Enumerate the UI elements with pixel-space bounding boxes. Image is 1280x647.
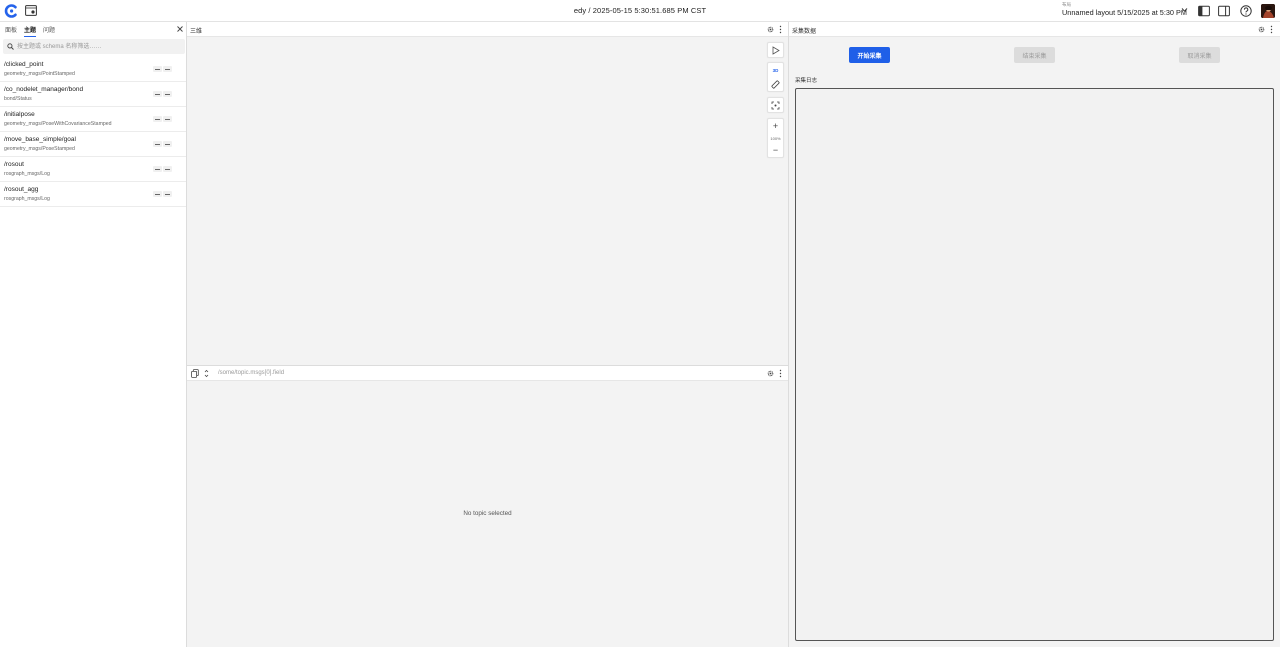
topic-search: [3, 39, 185, 54]
topic-count: [163, 166, 172, 172]
publish-point-button[interactable]: [768, 43, 783, 57]
expand-collapse-icon[interactable]: [204, 369, 209, 378]
topic-row[interactable]: /rosout rosgraph_msgs/Log: [0, 157, 186, 182]
topic-name: /rosout: [4, 161, 24, 168]
view-tool-group: 3D: [767, 62, 784, 92]
gear-icon[interactable]: [1258, 26, 1265, 33]
topic-count: [163, 191, 172, 197]
topic-schema: rosgraph_msgs/Log: [4, 196, 50, 202]
topic-schema: rosgraph_msgs/Log: [4, 171, 50, 177]
topic-frequency: [153, 166, 162, 172]
topic-schema: bond/Status: [4, 96, 32, 102]
copy-icon[interactable]: [191, 369, 199, 378]
chevron-down-icon[interactable]: [1181, 7, 1188, 13]
topic-stats: [153, 115, 173, 122]
panel-3d-header: 三维: [187, 22, 788, 37]
topic-name: /rosout_agg: [4, 186, 39, 193]
app-header: edy / 2025-05-15 5:30:51.685 PM CST 布局 U…: [0, 0, 1280, 22]
topic-stats: [153, 140, 173, 147]
panel-raw-messages[interactable]: /some/topic.msgs[0].field No topic selec…: [187, 365, 789, 647]
more-options-icon[interactable]: [779, 25, 782, 34]
topic-row[interactable]: /co_nodelet_manager/bond bond/Status: [0, 82, 186, 107]
zoom-out-button[interactable]: −: [768, 143, 783, 157]
topic-name: /move_base_simple/goal: [4, 136, 76, 143]
topic-stats: [153, 190, 173, 197]
zoom-tool-group: + 100% −: [767, 118, 784, 158]
panel-raw-header: /some/topic.msgs[0].field: [187, 366, 788, 381]
ruler-icon: [771, 79, 780, 89]
topic-stats: [153, 90, 173, 97]
topic-schema: geometry_msgs/PoseStamped: [4, 146, 75, 152]
panel-collect-data: 采集数据 开始采集 结束采集 取消采集 采集日志: [789, 22, 1280, 647]
message-path-input[interactable]: /some/topic.msgs[0].field: [218, 370, 284, 376]
more-options-icon[interactable]: [779, 369, 782, 378]
topic-list: /clicked_point geometry_msgs/PointStampe…: [0, 57, 186, 207]
tab-panels[interactable]: 面板: [5, 25, 17, 36]
panel-collect-header: 采集数据: [789, 22, 1280, 37]
topic-count: [163, 66, 172, 72]
search-icon: [7, 43, 14, 50]
3d-mode-label: 3D: [772, 67, 779, 73]
left-sidebar: 面板 主题 问题 /clicked_point geometry_msgs/Po…: [0, 22, 187, 647]
publish-tool-group: [767, 42, 784, 58]
measure-button[interactable]: [768, 77, 783, 91]
topic-frequency: [153, 191, 162, 197]
recenter-icon: [771, 101, 780, 109]
gear-icon[interactable]: [767, 370, 774, 377]
topic-row[interactable]: /initialpose geometry_msgs/PoseWithCovar…: [0, 107, 186, 132]
topic-name: /clicked_point: [4, 61, 44, 68]
start-collection-button[interactable]: 开始采集: [849, 47, 890, 63]
topic-row[interactable]: /clicked_point geometry_msgs/PointStampe…: [0, 57, 186, 82]
minus-icon: −: [772, 144, 779, 155]
left-sidebar-toggle-icon[interactable]: [1198, 5, 1210, 17]
plus-icon: +: [772, 120, 779, 131]
sidebar-tabs: 面板 主题 问题: [0, 22, 187, 37]
topic-row[interactable]: /move_base_simple/goal geometry_msgs/Pos…: [0, 132, 186, 157]
empty-state-message: No topic selected: [463, 510, 512, 517]
topic-stats: [153, 65, 173, 72]
layout-name: Unnamed layout 5/15/2025 at 5:30 PM: [1062, 8, 1187, 17]
cancel-collection-button[interactable]: 取消采集: [1179, 47, 1220, 63]
user-avatar[interactable]: [1261, 4, 1275, 18]
zoom-level: 100%: [770, 135, 781, 141]
topic-row[interactable]: /rosout_agg rosgraph_msgs/Log: [0, 182, 186, 207]
3d-mode-toggle[interactable]: 3D: [768, 63, 783, 77]
topic-name: /co_nodelet_manager/bond: [4, 86, 84, 93]
panel-title: 三维: [190, 29, 203, 35]
topic-frequency: [153, 116, 162, 122]
topic-frequency: [153, 141, 162, 147]
topic-schema: geometry_msgs/PoseWithCovarianceStamped: [4, 121, 112, 127]
recenter-tool-group: [767, 97, 784, 113]
publish-icon: [772, 45, 780, 55]
topic-name: /initialpose: [4, 111, 35, 118]
topic-count: [163, 91, 172, 97]
topic-search-input[interactable]: [17, 41, 177, 52]
panel-title: 采集数据: [792, 29, 817, 35]
collection-log[interactable]: [795, 88, 1274, 641]
topic-frequency: [153, 66, 162, 72]
gear-icon[interactable]: [767, 26, 774, 33]
tab-problems[interactable]: 问题: [43, 25, 55, 36]
log-label: 采集日志: [795, 78, 818, 84]
layout-selector[interactable]: 布局 Unnamed layout 5/15/2025 at 5:30 PM: [1062, 2, 1192, 20]
tab-topics[interactable]: 主题: [24, 25, 37, 37]
help-icon[interactable]: [1240, 5, 1252, 17]
more-options-icon[interactable]: [1270, 25, 1273, 34]
topic-count: [163, 141, 172, 147]
zoom-in-button[interactable]: +: [768, 119, 783, 133]
close-icon[interactable]: [176, 25, 184, 33]
topic-stats: [153, 165, 173, 172]
stop-collection-button[interactable]: 结束采集: [1014, 47, 1055, 63]
right-sidebar-toggle-icon[interactable]: [1218, 5, 1230, 17]
topic-count: [163, 116, 172, 122]
topic-frequency: [153, 91, 162, 97]
topic-schema: geometry_msgs/PointStamped: [4, 71, 75, 77]
recenter-button[interactable]: [768, 98, 783, 112]
panel-3d[interactable]: 三维 3D + 100% −: [187, 22, 789, 365]
